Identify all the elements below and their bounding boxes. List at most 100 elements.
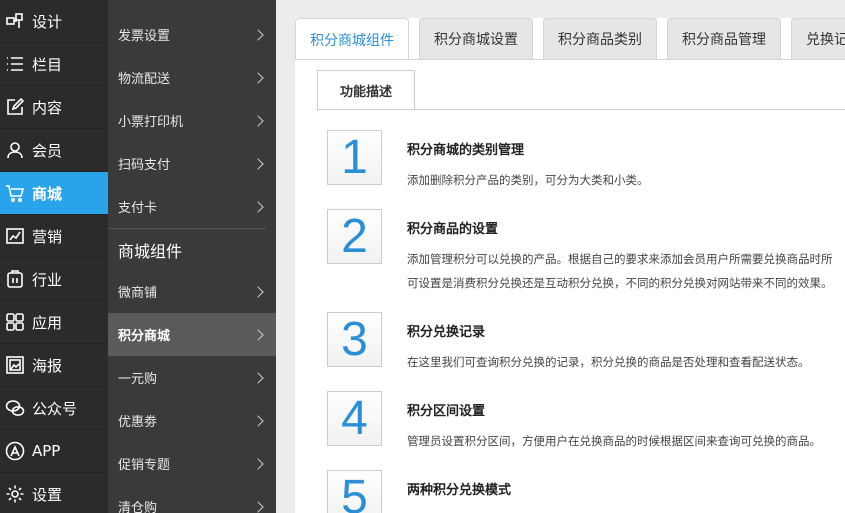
feature-title: 积分兑换记录 (407, 325, 486, 340)
subnav-item-label: 一元购 (118, 372, 158, 387)
cart-icon (4, 182, 26, 204)
feature-item: 1 积分商城的类别管理 添加删除积分产品的类别，可分为大类和小类。 (327, 130, 845, 192)
chevron-right-icon (252, 371, 264, 384)
nav-item-label: 设计 (32, 12, 63, 31)
feature-item: 3 积分兑换记录 在这里我们可查询积分兑换的记录，积分兑换的商品是否处理和查看配… (327, 312, 845, 374)
main-nav: 设计 栏目 内容 会员 商城 营销 行业 应用 海报 公众号 APP 设置 (0, 0, 108, 513)
subnav-item-clearance[interactable]: 清仓购 (108, 485, 276, 513)
feature-item: 2 积分商品的设置 添加管理积分可以兑换的产品。根据自己的要求来添加会员用户所需… (327, 209, 845, 295)
nav-item-label: 设置 (32, 485, 63, 504)
building-icon (4, 268, 26, 290)
subnav-item-label: 扫码支付 (118, 158, 171, 173)
feature-description: 管理员设置积分区间，方便用户在兑换商品的时候根据区间来查询可兑换的商品。 (407, 434, 821, 448)
nav-item-wechat[interactable]: 公众号 (0, 387, 108, 430)
feature-number: 3 (327, 312, 382, 367)
feature-number: 4 (327, 391, 382, 446)
feature-number: 1 (327, 130, 382, 185)
nav-item-poster[interactable]: 海报 (0, 344, 108, 387)
nav-item-content[interactable]: 内容 (0, 86, 108, 129)
nav-item-design[interactable]: 设计 (0, 0, 108, 43)
feature-title: 积分商品的设置 (407, 222, 499, 237)
nav-item-apps[interactable]: 应用 (0, 301, 108, 344)
feature-description-line: 可设置是消费积分兑换还是互动积分兑换，不同的积分兑换对网站带来不同的效果。 (407, 276, 833, 290)
chevron-right-icon (252, 285, 264, 298)
nav-item-mall[interactable]: 商城 (0, 172, 108, 215)
subnav-item-label: 积分商城 (118, 329, 171, 344)
tab-exchange-records[interactable]: 兑换记录 (791, 18, 845, 59)
feature-title: 积分区间设置 (407, 404, 486, 419)
tab-feature-description[interactable]: 功能描述 (317, 70, 415, 110)
nav-item-label: 行业 (32, 270, 63, 289)
subnav-item-scan-pay[interactable]: 扫码支付 (108, 142, 276, 185)
subnav-item-micro-shop[interactable]: 微商铺 (108, 270, 276, 313)
chevron-right-icon (252, 114, 264, 127)
chart-icon (4, 225, 26, 247)
tab-points-mall-settings[interactable]: 积分商城设置 (419, 18, 533, 59)
edit-icon (4, 96, 26, 118)
subnav-item-receipt-printer[interactable]: 小票打印机 (108, 99, 276, 142)
subnav-item-points-mall[interactable]: 积分商城 (108, 313, 276, 356)
subnav-item-label: 优惠劵 (118, 415, 158, 430)
nav-item-app[interactable]: APP (0, 430, 108, 473)
feature-item: 4 积分区间设置 管理员设置积分区间，方便用户在兑换商品的时候根据区间来查询可兑… (327, 391, 845, 453)
inner-tab-divider (317, 109, 845, 110)
subnav-item-one-yuan[interactable]: 一元购 (108, 356, 276, 399)
subnav-item-pay-card[interactable]: 支付卡 (108, 185, 276, 228)
subnav-item-coupons[interactable]: 优惠劵 (108, 399, 276, 442)
tab-points-product-management[interactable]: 积分商品管理 (667, 18, 781, 59)
feature-number: 5 (327, 470, 382, 513)
subnav-item-label: 微商铺 (118, 286, 158, 301)
wechat-icon (4, 397, 26, 419)
chevron-right-icon (252, 71, 264, 84)
nav-item-label: 会员 (32, 141, 63, 160)
apps-icon (4, 311, 26, 333)
tab-bar: 积分商城组件 积分商城设置 积分商品类别 积分商品管理 兑换记录 (295, 18, 845, 60)
subnav-item-invoice[interactable]: 发票设置 (108, 13, 276, 56)
chevron-right-icon (252, 328, 264, 341)
feature-title: 积分商城的类别管理 (407, 143, 525, 158)
nav-item-settings[interactable]: 设置 (0, 473, 108, 513)
nav-item-label: APP (32, 442, 61, 460)
nav-item-label: 内容 (32, 98, 63, 117)
appstore-icon (4, 440, 26, 462)
tab-points-product-category[interactable]: 积分商品类别 (543, 18, 657, 59)
user-icon (4, 139, 26, 161)
subnav-item-label: 物流配送 (118, 72, 171, 87)
subnav-item-promotions[interactable]: 促销专题 (108, 442, 276, 485)
gear-icon (4, 483, 26, 505)
chevron-right-icon (252, 157, 264, 170)
nav-item-industry[interactable]: 行业 (0, 258, 108, 301)
feature-description: 添加管理积分可以兑换的产品。根据自己的要求来添加会员用户所需要兑换商品时所 可设… (407, 247, 845, 295)
tab-points-mall-component[interactable]: 积分商城组件 (295, 18, 409, 60)
image-icon (4, 354, 26, 376)
feature-description: 添加删除积分产品的类别，可分为大类和小类。 (407, 173, 649, 187)
subnav-item-logistics[interactable]: 物流配送 (108, 56, 276, 99)
subnav-item-label: 小票打印机 (118, 115, 184, 130)
feature-title: 两种积分兑换模式 (407, 483, 512, 498)
list-icon (4, 53, 26, 75)
content-panel: 积分商城组件 积分商城设置 积分商品类别 积分商品管理 兑换记录 功能描述 1 … (295, 18, 845, 513)
nav-item-label: 商城 (32, 184, 63, 203)
tab-divider (295, 59, 845, 60)
nav-item-label: 栏目 (32, 55, 63, 74)
chevron-right-icon (252, 200, 264, 213)
nav-item-label: 营销 (32, 227, 63, 246)
subnav-group-title: 商城组件 (108, 228, 266, 270)
feature-item: 5 两种积分兑换模式 (327, 470, 845, 513)
subnav-item-label: 发票设置 (118, 29, 171, 44)
subnav-item-label: 清仓购 (118, 501, 158, 513)
nav-item-label: 海报 (32, 356, 63, 375)
feature-description-line: 添加管理积分可以兑换的产品。根据自己的要求来添加会员用户所需要兑换商品时所 (407, 252, 833, 266)
subnav-item-label: 支付卡 (118, 201, 158, 216)
nav-item-members[interactable]: 会员 (0, 129, 108, 172)
nav-item-columns[interactable]: 栏目 (0, 43, 108, 86)
nav-item-marketing[interactable]: 营销 (0, 215, 108, 258)
chevron-right-icon (252, 414, 264, 427)
inner-tab-bar: 功能描述 (317, 70, 415, 110)
nav-item-label: 公众号 (32, 399, 78, 418)
subnav-item-label: 促销专题 (118, 458, 171, 473)
design-icon (4, 10, 26, 32)
nav-item-label: 应用 (32, 313, 63, 332)
sub-nav: 发票设置 物流配送 小票打印机 扫码支付 支付卡 商城组件 微商铺 积分商城 一… (108, 0, 276, 513)
chevron-right-icon (252, 28, 264, 41)
